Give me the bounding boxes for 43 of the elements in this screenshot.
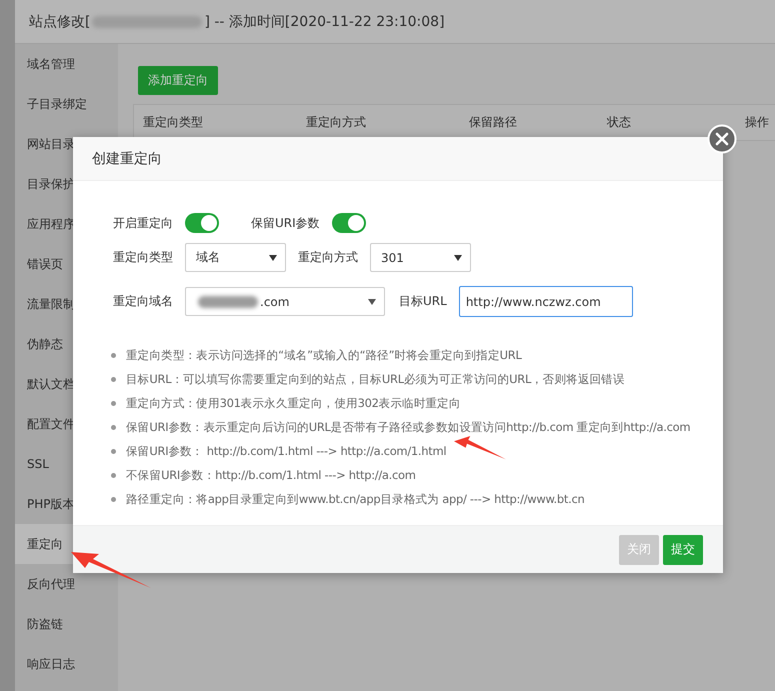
bullet-icon — [111, 400, 116, 406]
field-label: 重定向类型 — [113, 249, 173, 266]
domain-select[interactable]: .com — [185, 287, 385, 316]
sidebar-item[interactable]: 子目录绑定 — [15, 84, 118, 124]
dialog-title: 站点修改[ ] -- 添加时间[2020-11-22 23:10:08] — [15, 0, 775, 44]
column-header: 操作 — [744, 114, 770, 131]
modal-title: 创建重定向 — [73, 137, 723, 181]
help-text: 路径重定向：将app目录重定向到www.bt.cn/app目录格式为 app/ ---> http://www.bt.cn — [126, 492, 584, 506]
close-icon[interactable] — [707, 124, 737, 154]
bullet-icon — [111, 424, 116, 430]
dropdown-select[interactable]: 域名 — [185, 243, 286, 272]
help-text: 不保留URI参数：http://b.com/1.html ---> http://a.com — [126, 468, 416, 482]
help-text: 保留URI参数：表示重定向后访问的URL是否带有子路径或参数如设置访问http://b.com 重定向到http://a.com — [126, 420, 690, 434]
submit-button[interactable]: 提交 — [663, 534, 703, 564]
column-header: 重定向方式 — [306, 114, 367, 131]
help-text: 保留URI参数： http://b.com/1.html ---> http://a.com/1.html — [126, 444, 446, 458]
field-label: 重定向域名 — [113, 293, 173, 310]
help-text: 重定向类型：表示访问选择的“域名”或输入的“路径”时将会重定向到指定URL — [126, 348, 522, 362]
target-url-field[interactable]: http://www.nczwz.com — [458, 286, 633, 317]
toggle-switch[interactable] — [332, 213, 366, 233]
switch-label: 开启重定向 — [113, 214, 173, 232]
domain-value: .com — [260, 294, 290, 308]
help-text: 目标URL：可以填写你需要重定向到的站点，目标URL必须为可正常访问的URL，否则将返回错误 — [126, 372, 625, 386]
field-label: 目标URL — [399, 293, 447, 310]
caret-icon — [454, 254, 462, 260]
dropdown-select[interactable]: 301 — [370, 243, 471, 272]
bullet-icon — [111, 352, 116, 358]
column-header: 保留路径 — [469, 114, 518, 131]
caret-icon — [368, 298, 376, 304]
sidebar-item[interactable]: 响应日志 — [15, 644, 118, 684]
column-header: 状态 — [607, 114, 632, 131]
column-header: 重定向类型 — [143, 114, 204, 131]
bullet-icon — [111, 472, 116, 478]
field-label: 重定向方式 — [298, 249, 358, 266]
bullet-icon — [111, 376, 116, 382]
sidebar-item[interactable]: 域名管理 — [15, 44, 118, 84]
sidebar-item[interactable]: 防盗链 — [15, 604, 118, 644]
bullet-icon — [111, 496, 116, 502]
bullet-icon — [111, 448, 116, 454]
toggle-switch[interactable] — [185, 213, 219, 233]
help-text: 重定向方式：使用301表示永久重定向，使用302表示临时重定向 — [126, 396, 461, 410]
caret-icon — [269, 254, 277, 260]
switch-label: 保留URI参数 — [251, 214, 320, 232]
